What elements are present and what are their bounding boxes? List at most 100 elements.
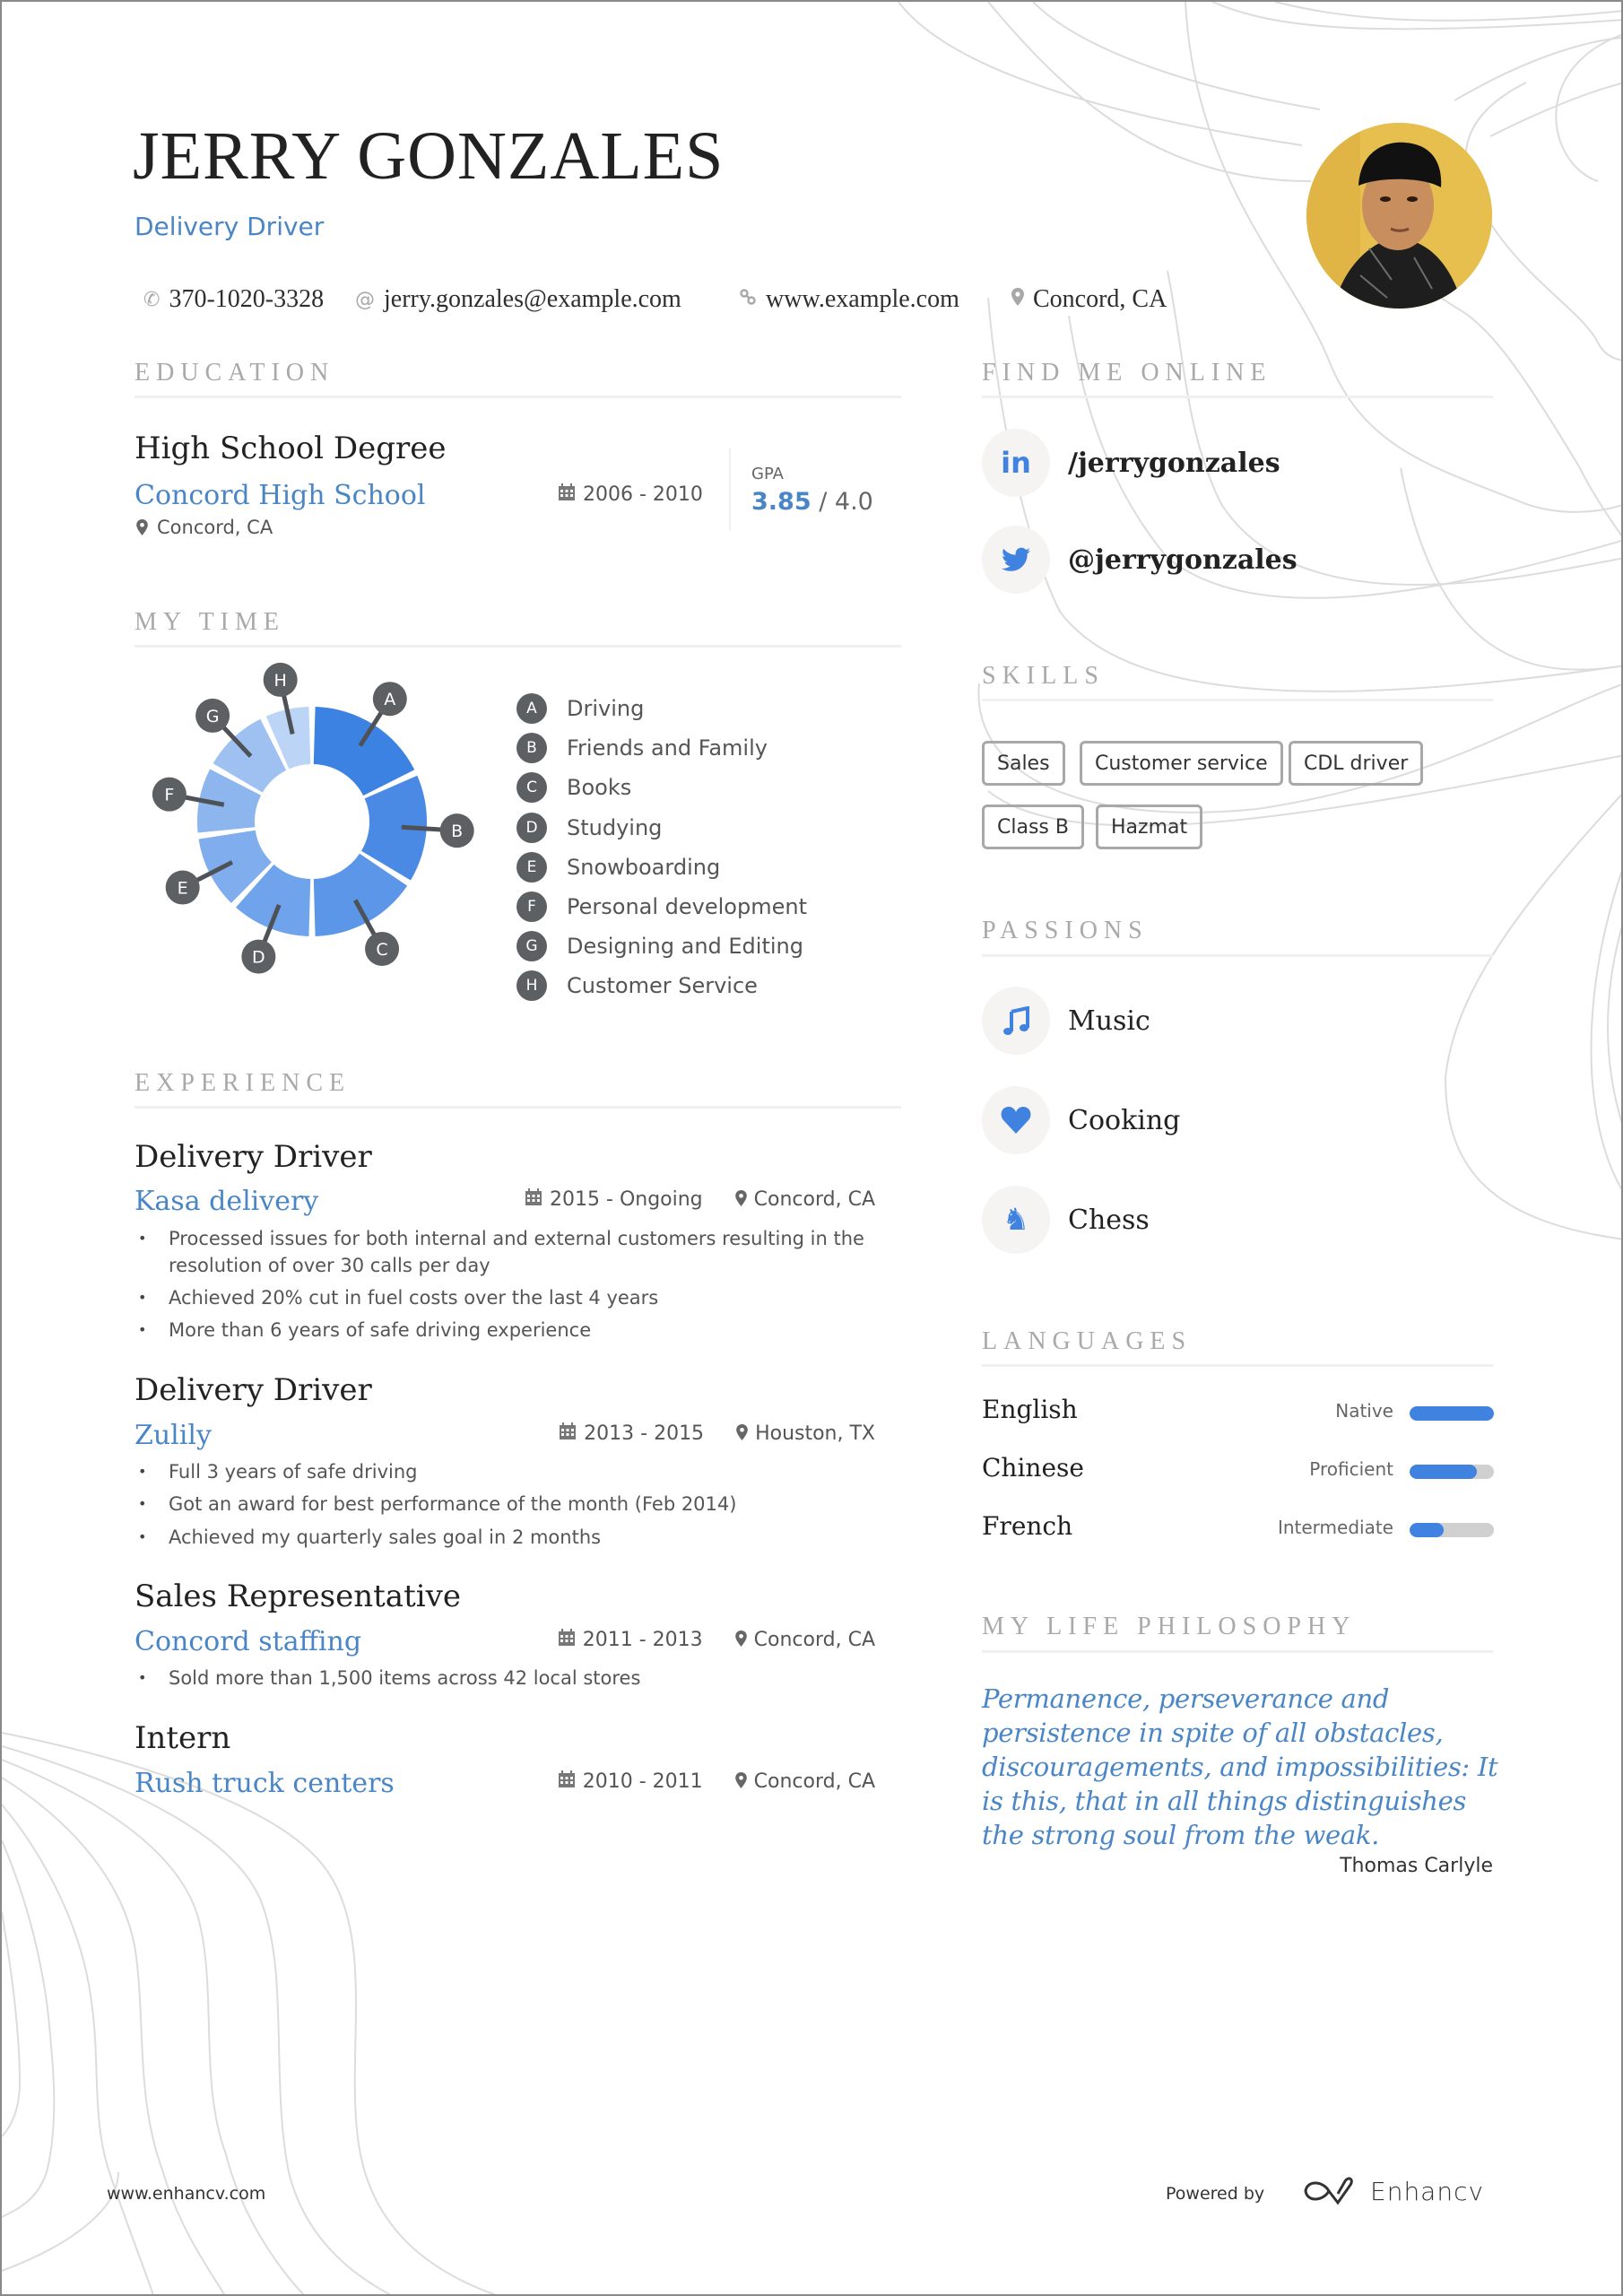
chess-knight-icon: ♞	[1002, 1202, 1030, 1238]
legend-badge: F	[516, 891, 547, 922]
calendar-icon	[525, 1188, 542, 1211]
website-text: www.example.com	[766, 285, 959, 313]
section-divider	[982, 1650, 1493, 1653]
legend-label: Books	[567, 775, 632, 801]
donut-slice-a	[313, 707, 415, 796]
section-heading-languages: LANGUAGES	[982, 1327, 1193, 1355]
legend-item: F Personal development	[516, 891, 807, 923]
job-location: Concord, CA	[734, 1188, 875, 1211]
skill-tag: Class B	[982, 804, 1084, 849]
contact-phone[interactable]: ✆ 370-1020-3328	[143, 283, 324, 316]
job-bullet: More than 6 years of safe driving experi…	[138, 1317, 873, 1344]
job-meta: 2010 - 2011 Concord, CA	[540, 1770, 875, 1793]
contact-website[interactable]: www.example.com	[739, 283, 959, 316]
language-level: Native	[1335, 1400, 1393, 1422]
online-item-twitter[interactable]: @jerrygonzales	[982, 526, 1298, 594]
job-company[interactable]: Rush truck centers	[135, 1768, 395, 1799]
gpa-max: / 4.0	[819, 488, 873, 516]
section-heading-find-me-online: FIND ME ONLINE	[982, 359, 1272, 387]
job-dates-text: 2015 - Ongoing	[550, 1188, 703, 1211]
donut-leader-line	[401, 824, 447, 832]
legend-badge: C	[516, 772, 547, 804]
language-proficiency-bar	[1410, 1465, 1494, 1479]
candidate-name: JERRY GONZALES	[133, 118, 725, 194]
passion-item: Cooking	[982, 1086, 1180, 1154]
language-proficiency-bar	[1410, 1406, 1494, 1421]
at-icon: @	[355, 288, 375, 311]
donut-label-text: F	[164, 786, 174, 805]
profile-photo	[1306, 123, 1492, 309]
calendar-icon	[558, 1770, 576, 1793]
online-item-linkedin[interactable]: in /jerrygonzales	[982, 429, 1280, 497]
job-dates-text: 2010 - 2011	[582, 1770, 703, 1793]
skill-tag: Hazmat	[1096, 804, 1203, 849]
legend-item: G Designing and Editing	[516, 930, 803, 962]
legend-label: Personal development	[567, 894, 807, 919]
legend-item: D Studying	[516, 812, 662, 844]
job-title: Delivery Driver	[135, 1372, 372, 1408]
heart-icon	[1001, 1107, 1031, 1134]
footer-url[interactable]: www.enhancv.com	[107, 2184, 265, 2204]
section-heading-education: EDUCATION	[135, 359, 335, 387]
job-dates: 2011 - 2013	[558, 1629, 703, 1651]
location-pin-icon	[734, 1771, 747, 1793]
section-heading-philosophy: MY LIFE PHILOSOPHY	[982, 1613, 1357, 1640]
legend-label: Customer Service	[567, 973, 758, 999]
language-level: Proficient	[1309, 1458, 1393, 1480]
gpa-value: 3.85 / 4.0	[751, 488, 873, 516]
passion-text: Cooking	[1068, 1104, 1181, 1136]
job-company[interactable]: Concord staffing	[135, 1626, 361, 1657]
legend-badge: A	[516, 693, 547, 724]
language-name: English	[982, 1395, 1078, 1424]
location-pin-icon	[734, 1189, 747, 1211]
education-school[interactable]: Concord High School	[135, 480, 426, 511]
job-dates: 2015 - Ongoing	[525, 1188, 703, 1211]
education-location: Concord, CA	[136, 517, 273, 538]
chess-knight-icon-circle: ♞	[982, 1186, 1050, 1254]
job-meta: 2015 - Ongoing Concord, CA	[525, 1188, 875, 1211]
donut-label-text: D	[252, 948, 265, 968]
education-location-text: Concord, CA	[157, 517, 273, 538]
job-title: Sales Representative	[135, 1578, 461, 1614]
language-proficiency-fill	[1410, 1465, 1478, 1479]
passion-text: Chess	[1068, 1204, 1150, 1236]
section-heading-my-time: MY TIME	[135, 608, 285, 636]
legend-label: Driving	[567, 696, 645, 721]
legend-badge: D	[516, 812, 547, 843]
legend-label: Snowboarding	[567, 854, 721, 880]
job-bullet: Achieved my quarterly sales goal in 2 mo…	[138, 1524, 873, 1551]
avatar	[1306, 123, 1492, 309]
enhancv-brand[interactable]: Enhancv	[1302, 2176, 1484, 2206]
legend-badge: E	[516, 851, 547, 883]
enhancv-logo-icon	[1304, 2177, 1353, 2205]
job-company[interactable]: Kasa delivery	[135, 1186, 318, 1217]
linkedin-icon: in	[1001, 446, 1031, 480]
contact-email[interactable]: @ jerry.gonzales@example.com	[355, 283, 681, 316]
section-divider	[982, 1364, 1493, 1367]
language-name: Chinese	[982, 1453, 1084, 1483]
job-bullet: Full 3 years of safe driving	[138, 1458, 873, 1485]
calendar-icon	[558, 483, 576, 506]
section-divider	[135, 1106, 901, 1109]
music-icon-circle	[982, 987, 1050, 1055]
job-dates-text: 2013 - 2015	[584, 1422, 705, 1445]
job-location: Concord, CA	[734, 1770, 875, 1793]
job-title: Delivery Driver	[135, 1139, 372, 1175]
language-name: French	[982, 1511, 1073, 1541]
location-pin-icon	[136, 519, 148, 535]
legend-item: E Snowboarding	[516, 851, 720, 883]
section-divider	[982, 699, 1493, 701]
location-text: Concord, CA	[1033, 285, 1167, 313]
location-pin-icon	[736, 1423, 748, 1445]
gpa-label: GPA	[751, 465, 784, 483]
job-company[interactable]: Zulily	[135, 1420, 212, 1451]
legend-badge: G	[516, 931, 547, 962]
calendar-icon	[558, 1629, 576, 1651]
donut-label-text: G	[206, 707, 220, 726]
section-heading-skills: SKILLS	[982, 662, 1105, 690]
donut-label-text: A	[384, 690, 395, 709]
email-text: jerry.gonzales@example.com	[384, 285, 681, 313]
job-meta: 2013 - 2015 Houston, TX	[540, 1422, 875, 1445]
job-bullet: Achieved 20% cut in fuel costs over the …	[138, 1284, 873, 1311]
job-location-text: Concord, CA	[753, 1629, 875, 1651]
